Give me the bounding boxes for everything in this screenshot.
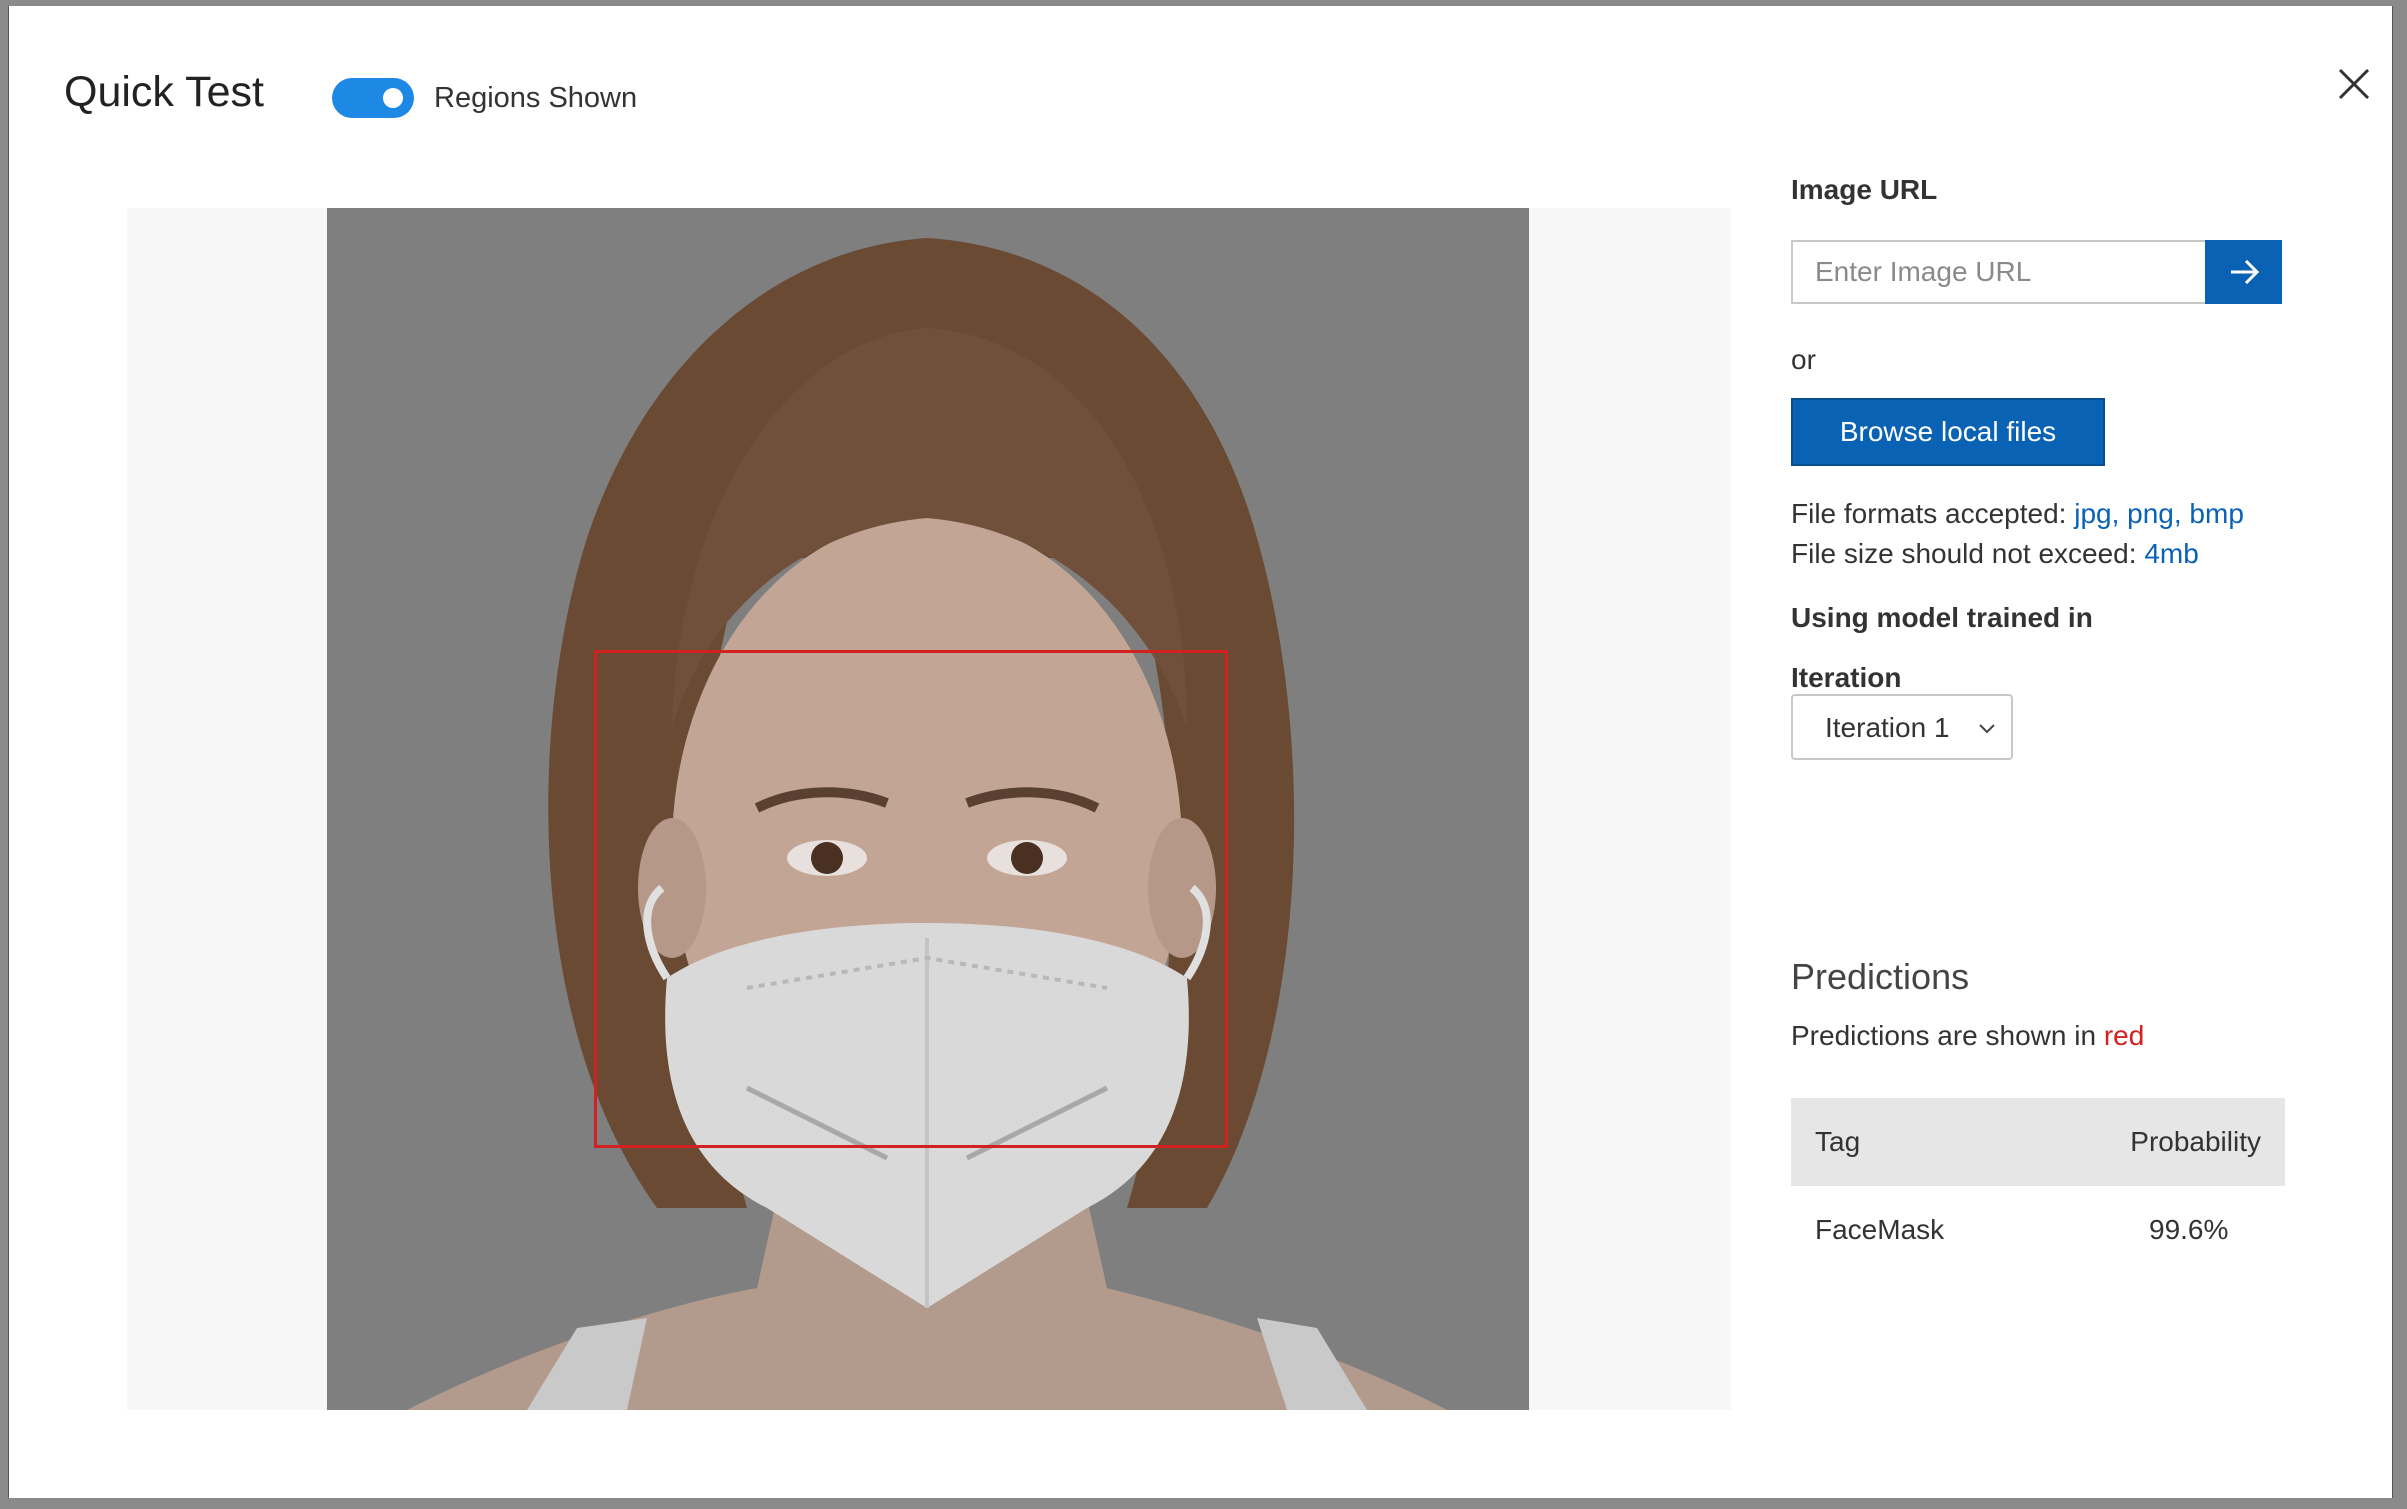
predictions-color-word: red — [2103, 1020, 2145, 1051]
browse-local-files-button[interactable]: Browse local files — [1791, 398, 2105, 466]
table-row: FaceMask 99.6% — [1791, 1186, 2285, 1274]
prediction-probability: 99.6% — [2149, 1214, 2229, 1245]
side-panel: Image URL or Browse local files File for… — [1791, 6, 2311, 1406]
predictions-subtitle-prefix: Predictions are shown in — [1791, 1020, 2097, 1051]
file-formats-prefix: File formats accepted: — [1791, 498, 2067, 529]
iteration-label: Iteration — [1791, 662, 1902, 693]
dialog-title: Quick Test — [64, 68, 264, 116]
column-header-probability: Probability — [2130, 1126, 2261, 1157]
regions-toggle[interactable] — [332, 78, 414, 118]
prediction-tag: FaceMask — [1815, 1214, 1945, 1245]
model-heading: Using model trained in — [1791, 602, 2093, 633]
image-url-input[interactable] — [1791, 240, 2205, 304]
image-url-label: Image URL — [1791, 174, 1938, 205]
file-formats-info: File formats accepted: jpg, png, bmp — [1791, 498, 2244, 530]
column-header-tag: Tag — [1815, 1126, 1861, 1157]
quick-test-dialog: Quick Test Regions Shown Image URL Enter… — [8, 6, 2393, 1498]
file-size-value: 4mb — [2144, 538, 2199, 569]
predictions-table: Tag Probability FaceMask 99.6% — [1791, 1098, 2285, 1274]
file-formats-value: jpg, png, bmp — [2074, 498, 2244, 529]
chevron-down-icon — [1979, 724, 1995, 734]
toggle-knob — [383, 88, 403, 108]
predictions-title: Predictions — [1791, 956, 1970, 997]
prediction-region-box — [594, 650, 1228, 1148]
file-size-info: File size should not exceed: 4mb — [1791, 538, 2199, 570]
predictions-table-header: Tag Probability — [1791, 1098, 2285, 1186]
file-size-prefix: File size should not exceed: — [1791, 538, 2137, 569]
or-text: or — [1791, 344, 1816, 375]
submit-url-button[interactable] — [2205, 240, 2282, 304]
test-image-area — [127, 208, 1731, 1410]
iteration-dropdown[interactable]: Iteration 1 — [1791, 694, 2013, 760]
iteration-selected-value: Iteration 1 — [1825, 712, 1950, 743]
test-image — [327, 208, 1529, 1410]
close-icon[interactable] — [2332, 62, 2376, 106]
predictions-subtitle: Predictions are shown in red — [1791, 1020, 2144, 1052]
regions-toggle-label: Regions Shown — [434, 82, 638, 114]
arrow-right-icon — [2231, 259, 2260, 285]
